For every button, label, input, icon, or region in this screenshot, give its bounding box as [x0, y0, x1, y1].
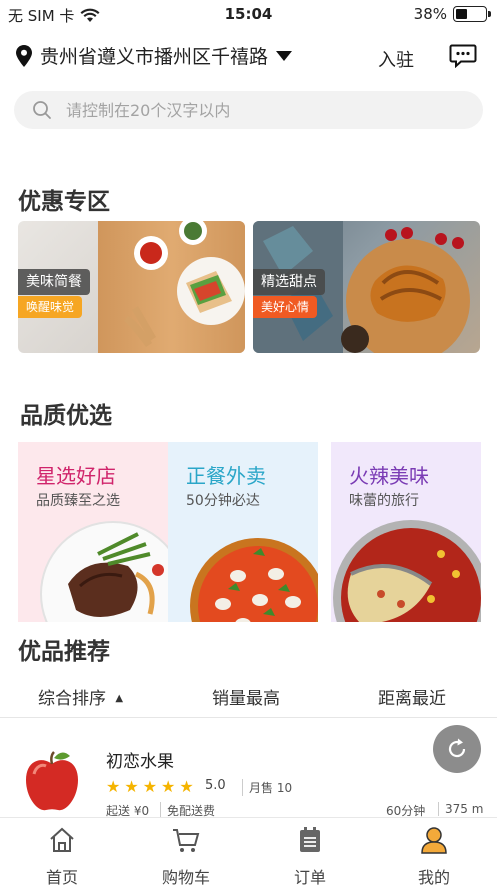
caret-down-icon	[276, 50, 293, 61]
battery-icon	[453, 6, 491, 22]
hotpot-photo	[333, 520, 481, 622]
promo-dessert-tag: 精选甜点	[253, 269, 325, 295]
home-icon	[50, 827, 74, 852]
join-button[interactable]: 入驻	[378, 46, 414, 72]
quality-card-star-shop[interactable]: 星选好店 品质臻至之选	[18, 442, 168, 622]
discount-section-title: 优惠专区	[18, 189, 110, 215]
tab-home[interactable]: 首页	[17, 818, 107, 887]
star-icon: ★	[124, 777, 139, 796]
order-icon	[300, 827, 320, 852]
tab-orders[interactable]: 订单	[265, 818, 355, 887]
distance: 375 m	[438, 802, 483, 816]
sort-tab-label: 综合排序	[38, 689, 106, 709]
tab-label: 我的	[417, 868, 450, 887]
refresh-icon	[448, 738, 466, 758]
quality-card-subtitle: 50分钟必达	[186, 493, 260, 509]
quality-card-meal-delivery[interactable]: 正餐外卖 50分钟必达	[168, 442, 318, 622]
quality-card-title: 星选好店	[36, 464, 116, 488]
bottom-tab-bar: 首页 购物车 订单 我的	[0, 817, 497, 887]
status-bar: 无 SIM 卡 15:04 38%	[0, 0, 497, 30]
promo-card-meal[interactable]: 美味简餐 唤醒味觉	[18, 221, 245, 353]
tab-mine[interactable]: 我的	[389, 818, 479, 887]
quality-card-subtitle: 味蕾的旅行	[349, 493, 419, 509]
sort-tab-overall[interactable]: 综合排序 ▲	[38, 684, 123, 709]
battery-level	[456, 9, 467, 19]
star-icon: ★	[179, 777, 194, 796]
star-rating: ★ ★ ★ ★ ★	[106, 777, 194, 796]
tab-cart[interactable]: 购物车	[141, 818, 231, 887]
quality-card-subtitle: 品质臻至之选	[36, 493, 120, 509]
quality-section-title: 品质优选	[20, 403, 112, 429]
tab-label: 购物车	[161, 868, 210, 887]
search-bar[interactable]	[14, 91, 483, 129]
quality-card-title: 正餐外卖	[186, 464, 266, 488]
chat-bubble-icon	[449, 44, 477, 69]
divider	[0, 717, 497, 718]
search-input[interactable]	[66, 100, 446, 120]
message-button[interactable]	[449, 44, 477, 69]
monthly-sales: 月售 10	[242, 779, 292, 796]
rating-score: 5.0	[205, 778, 226, 793]
pizza-photo	[190, 538, 318, 622]
steak-photo	[40, 521, 168, 622]
apple-thumbnail	[26, 751, 78, 811]
search-icon	[33, 101, 51, 119]
sort-tab-distance[interactable]: 距离最近	[378, 684, 446, 709]
promo-dessert-subtag: 美好心情	[253, 296, 318, 318]
location-selector[interactable]: 贵州省遵义市播州区千禧路	[16, 42, 293, 69]
user-icon	[421, 827, 447, 854]
top-header: 贵州省遵义市播州区千禧路 入驻	[0, 38, 497, 78]
shop-name: 初恋水果	[106, 752, 174, 772]
promo-card-dessert[interactable]: 精选甜点 美好心情	[253, 221, 480, 353]
battery-percent: 38%	[413, 5, 447, 23]
recommend-section-title: 优品推荐	[18, 639, 110, 665]
promo-meal-tag: 美味简餐	[18, 269, 90, 295]
refresh-button[interactable]	[433, 725, 481, 773]
quality-card-title: 火辣美味	[349, 464, 429, 488]
location-pin-icon	[16, 44, 32, 67]
promo-meal-subtag: 唤醒味觉	[18, 296, 83, 318]
sort-up-arrow-icon: ▲	[115, 693, 124, 704]
quality-card-spicy[interactable]: 火辣美味 味蕾的旅行	[331, 442, 481, 622]
location-label: 贵州省遵义市播州区千禧路	[40, 46, 269, 68]
sort-tab-sales[interactable]: 销量最高	[212, 684, 280, 709]
tab-label: 首页	[45, 868, 78, 887]
star-icon: ★	[142, 777, 158, 796]
cart-icon	[173, 829, 200, 852]
star-icon: ★	[106, 777, 121, 796]
star-icon: ★	[161, 777, 176, 796]
tab-label: 订单	[293, 868, 326, 887]
